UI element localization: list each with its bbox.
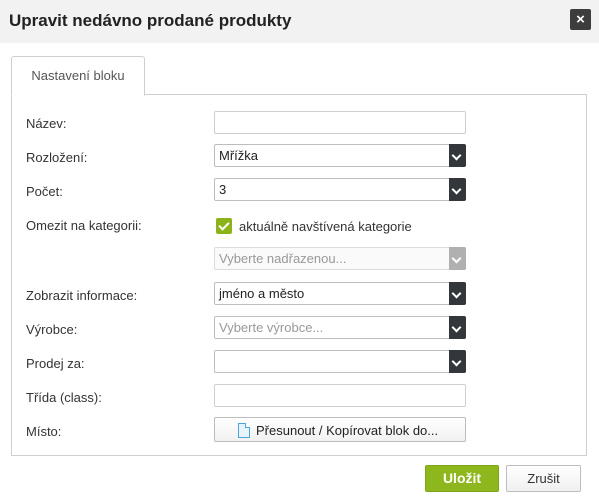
name-label: Název: bbox=[26, 116, 67, 131]
manufacturer-select[interactable]: Vyberte výrobce... bbox=[214, 316, 466, 339]
layout-select[interactable]: Mřížka bbox=[214, 144, 466, 167]
info-select[interactable]: jméno a město bbox=[214, 282, 466, 305]
chevron-down-icon bbox=[449, 316, 466, 339]
layout-select-value: Mřížka bbox=[219, 148, 258, 163]
count-select[interactable]: 3 bbox=[214, 178, 466, 201]
info-select-value: jméno a město bbox=[219, 286, 305, 301]
parent-category-select: Vyberte nadřazenou... bbox=[214, 247, 466, 270]
close-icon: × bbox=[576, 11, 585, 28]
parent-category-placeholder: Vyberte nadřazenou... bbox=[219, 251, 347, 266]
edit-block-dialog: Upravit nedávno prodané produkty × Nasta… bbox=[0, 0, 599, 499]
sell-for-select[interactable] bbox=[214, 350, 466, 373]
manufacturer-label: Výrobce: bbox=[26, 322, 78, 337]
document-icon bbox=[238, 423, 250, 438]
dialog-title: Upravit nedávno prodané produkty bbox=[9, 11, 292, 30]
tab-block-settings[interactable]: Nastavení bloku bbox=[11, 56, 145, 96]
layout-label: Rozložení: bbox=[26, 150, 88, 165]
chevron-down-icon bbox=[449, 282, 466, 305]
count-label: Počet: bbox=[26, 184, 63, 199]
name-input[interactable] bbox=[214, 111, 466, 134]
move-copy-block-button[interactable]: Přesunout / Kopírovat blok do... bbox=[214, 417, 466, 442]
current-category-checkbox[interactable] bbox=[216, 218, 232, 234]
place-label: Místo: bbox=[26, 424, 62, 439]
chevron-down-icon bbox=[449, 178, 466, 201]
chevron-down-icon bbox=[449, 247, 466, 270]
move-copy-block-label: Přesunout / Kopírovat blok do... bbox=[256, 423, 439, 438]
info-label: Zobrazit informace: bbox=[26, 288, 138, 303]
current-category-checkbox-label: aktuálně navštívená kategorie bbox=[239, 219, 412, 234]
sell-for-label: Prodej za: bbox=[26, 356, 85, 371]
chevron-down-icon bbox=[449, 144, 466, 167]
css-class-input[interactable] bbox=[214, 384, 466, 407]
dialog-titlebar: Upravit nedávno prodané produkty × bbox=[0, 0, 599, 43]
manufacturer-placeholder: Vyberte výrobce... bbox=[219, 320, 324, 335]
cancel-button[interactable]: Zrušit bbox=[506, 465, 581, 492]
chevron-down-icon bbox=[449, 350, 466, 373]
category-label: Omezit na kategorii: bbox=[26, 218, 142, 233]
css-class-label: Třída (class): bbox=[26, 390, 102, 405]
count-select-value: 3 bbox=[219, 182, 227, 197]
save-button[interactable]: Uložit bbox=[425, 465, 499, 492]
close-button[interactable]: × bbox=[570, 9, 591, 30]
